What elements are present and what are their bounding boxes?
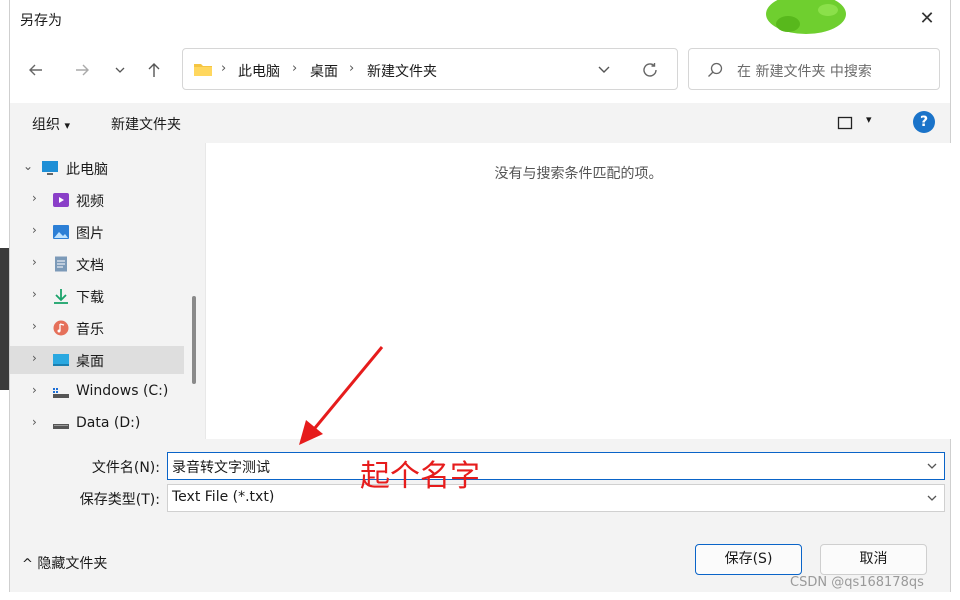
up-button[interactable] xyxy=(142,58,166,82)
computer-icon xyxy=(42,161,58,175)
annotation-text: 起个名字 xyxy=(360,459,480,494)
hide-folders-toggle[interactable]: ^ 隐藏文件夹 xyxy=(22,553,107,573)
search-box[interactable]: 在 新建文件夹 中搜索 xyxy=(688,48,940,90)
arrow-left-icon xyxy=(29,64,42,76)
document-icon xyxy=(55,256,67,272)
breadcrumb-this-pc[interactable]: 此电脑 xyxy=(238,61,280,81)
folder-icon xyxy=(194,64,212,76)
filename-value: 录音转文字测试 xyxy=(172,460,270,476)
tree-label: 图片 xyxy=(76,226,104,242)
organize-label: 组织 xyxy=(32,117,60,133)
chevron-right-icon[interactable]: › xyxy=(32,415,37,429)
arrow-up-icon xyxy=(148,63,160,77)
tree-label: 视频 xyxy=(76,194,104,210)
empty-message: 没有与搜索条件匹配的项。 xyxy=(494,166,663,182)
annotation-arrow xyxy=(299,346,384,445)
picture-icon xyxy=(53,225,69,239)
breadcrumb-separator: › xyxy=(349,61,355,76)
filetype-label: 保存类型(T): xyxy=(79,492,160,508)
tree-label: 音乐 xyxy=(76,322,104,338)
back-button[interactable] xyxy=(24,58,48,82)
tree-label: 此电脑 xyxy=(66,162,108,178)
arrow-right-icon xyxy=(76,64,89,76)
search-placeholder: 在 新建文件夹 中搜索 xyxy=(737,64,872,80)
tree-item-downloads[interactable]: › 下载 xyxy=(10,282,184,310)
breadcrumb-desktop[interactable]: 桌面 xyxy=(310,61,338,81)
save-button[interactable]: 保存(S) xyxy=(695,544,802,575)
forward-button[interactable] xyxy=(70,58,94,82)
chevron-right-icon[interactable]: › xyxy=(32,191,37,205)
filename-input[interactable]: 录音转文字测试 xyxy=(167,452,945,480)
tree-item-drive-d[interactable]: › Data (D:) xyxy=(10,410,184,438)
navigation-row: › 此电脑 › 桌面 › 新建文件夹 在 新建文件夹 中搜索 xyxy=(10,44,950,92)
organize-menu[interactable]: 组织 ▾ xyxy=(32,114,70,134)
window-title: 另存为 xyxy=(20,13,62,29)
scrollbar-thumb[interactable] xyxy=(192,296,196,384)
hide-folders-label: 隐藏文件夹 xyxy=(37,556,108,572)
command-bar: 组织 ▾ 新建文件夹 ▾ ? xyxy=(10,103,950,143)
close-button[interactable]: ✕ xyxy=(914,6,940,32)
breadcrumb-separator: › xyxy=(292,61,298,76)
breadcrumb-new-folder[interactable]: 新建文件夹 xyxy=(367,61,437,81)
tree-item-pictures[interactable]: › 图片 xyxy=(10,218,184,246)
tree-item-desktop[interactable]: › 桌面 xyxy=(10,346,184,374)
chevron-right-icon[interactable]: › xyxy=(32,383,37,397)
chevron-down-icon xyxy=(115,67,125,73)
tree-item-music[interactable]: › 音乐 xyxy=(10,314,184,342)
download-icon xyxy=(54,289,68,304)
chevron-right-icon[interactable]: › xyxy=(32,351,37,365)
breadcrumb-separator: › xyxy=(221,61,227,76)
chevron-up-icon: ^ xyxy=(22,557,33,572)
filename-label: 文件名(N): xyxy=(91,460,160,476)
navigation-pane: ⌄ 此电脑 › 视频 › 图片 › 文档 › 下载 › 音乐 › 桌面 › Wi… xyxy=(10,143,205,439)
recent-locations-button[interactable] xyxy=(108,58,132,82)
music-icon xyxy=(53,320,69,336)
chevron-right-icon[interactable]: › xyxy=(32,223,37,237)
video-icon xyxy=(53,193,69,207)
save-as-dialog: 另存为 ✕ › 此电脑 › 桌面 › 新建文件夹 在 新建文件夹 中搜索 组织 … xyxy=(9,0,951,592)
view-icon[interactable] xyxy=(837,115,853,131)
new-folder-button[interactable]: 新建文件夹 xyxy=(111,114,181,134)
tree-item-this-pc[interactable]: ⌄ 此电脑 xyxy=(10,154,184,182)
filetype-select[interactable]: Text File (*.txt) xyxy=(167,484,945,512)
organize-dropdown-arrow: ▾ xyxy=(64,119,70,132)
chevron-down-icon[interactable]: ⌄ xyxy=(23,159,33,173)
chevron-down-icon[interactable] xyxy=(926,492,938,504)
tree-item-drive-c[interactable]: › Windows (C:) xyxy=(10,378,184,406)
help-button[interactable]: ? xyxy=(913,111,935,133)
tree-item-videos[interactable]: › 视频 xyxy=(10,186,184,214)
chevron-right-icon[interactable]: › xyxy=(32,255,37,269)
view-dropdown-arrow[interactable]: ▾ xyxy=(866,113,872,126)
chevron-down-icon[interactable] xyxy=(597,64,611,76)
desktop-icon xyxy=(53,354,69,366)
tree-item-documents[interactable]: › 文档 xyxy=(10,250,184,278)
tree-label: 文档 xyxy=(76,258,104,274)
drive-icon xyxy=(53,424,69,429)
chevron-right-icon[interactable]: › xyxy=(32,287,37,301)
tree-label: 桌面 xyxy=(76,354,104,370)
filetype-value: Text File (*.txt) xyxy=(172,489,275,505)
tree-label: 下载 xyxy=(76,290,104,306)
address-bar[interactable]: › 此电脑 › 桌面 › 新建文件夹 xyxy=(182,48,678,90)
refresh-icon[interactable] xyxy=(641,61,659,79)
title-bar: 另存为 ✕ xyxy=(10,0,950,38)
tree-label: Windows (C:) xyxy=(76,383,169,399)
cancel-button[interactable]: 取消 xyxy=(820,544,927,575)
watermark: CSDN @qs168178qs xyxy=(790,575,924,590)
chevron-down-icon[interactable] xyxy=(926,460,938,472)
drive-icon xyxy=(53,388,69,398)
tree-label: Data (D:) xyxy=(76,415,141,431)
save-options-panel: 文件名(N): 录音转文字测试 保存类型(T): Text File (*.tx… xyxy=(10,439,950,592)
chevron-right-icon[interactable]: › xyxy=(32,319,37,333)
search-icon xyxy=(708,62,723,77)
mascot-decoration xyxy=(766,0,846,34)
